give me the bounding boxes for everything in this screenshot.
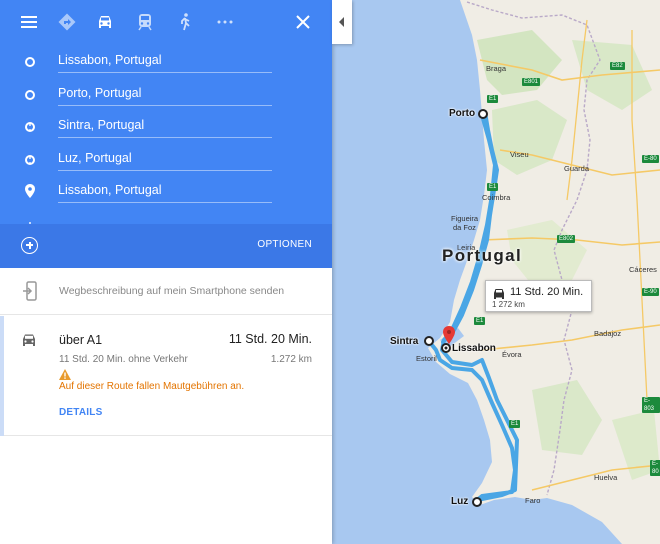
close-icon[interactable] [289,8,317,36]
send-to-phone-row[interactable]: Wegbeschreibung auf mein Smartphone send… [0,268,332,315]
road-shield: E1 [509,420,521,428]
menu-icon[interactable] [15,8,43,36]
car-icon[interactable] [91,8,119,36]
road-shield: E1 [474,317,486,325]
add-destination-icon[interactable] [21,237,38,254]
road-shield: E-80 [642,155,659,163]
send-to-phone-label: Wegbeschreibung auf mein Smartphone send… [59,285,285,297]
details-link[interactable]: DETAILS [59,407,102,418]
callout-distance: 1 272 km [492,300,525,309]
route-via: über A1 [59,333,103,347]
route-callout[interactable]: 11 Std. 20 Min. 1 272 km [485,280,592,312]
road-shield: E1 [487,95,499,103]
country-label: Portugal [442,246,523,265]
travel-mode-bar [0,0,332,44]
waypoint-input-1[interactable]: Lissabon, Portugal [58,49,272,73]
city-label-figueira: Figueira [451,214,479,223]
callout-duration: 11 Std. 20 Min. [510,286,584,298]
toll-warning: Auf dieser Route fallen Mautgebühren an. [59,381,245,392]
road-shield: E82 [610,62,625,70]
waypoint-marker-icon [25,155,35,165]
road-shield: E801 [522,78,541,86]
waypoint-marker-icon [25,122,35,132]
directions-header: Lissabon, Portugal Porto, Portugal Sintr… [0,0,332,268]
city-label-luz: Luz [451,496,469,507]
city-label-porto: Porto [449,108,476,119]
waypoint-2: Porto, Portugal [0,78,332,111]
city-label-braga: Braga [486,64,507,73]
road-shield: E-803 [642,397,660,413]
waypoint-destination: Lissabon, Portugal [0,175,332,208]
directions-panel: Lissabon, Portugal Porto, Portugal Sintr… [0,0,332,544]
options-bar: OPTIONEN [0,224,332,268]
walk-icon[interactable] [171,8,199,36]
city-label-huelva: Huelva [594,473,618,482]
train-icon[interactable] [131,8,159,36]
more-icon[interactable] [211,8,239,36]
send-to-phone-icon [22,281,38,306]
options-button[interactable]: OPTIONEN [257,239,312,250]
road-shield: E-80 [650,460,660,476]
directions-diamond-icon[interactable] [53,8,81,36]
city-label-coimbra: Coimbra [482,193,511,202]
waypoint-start: Lissabon, Portugal [0,45,332,78]
city-label-faro: Faro [525,496,541,505]
map-canvas[interactable]: Porto Sintra Lissabon Luz Braga Viseu Gu… [332,0,660,544]
waypoint-input-3[interactable]: Sintra, Portugal [58,114,272,138]
route-distance: 1.272 km [270,354,312,365]
waypoint-input-4[interactable]: Luz, Portugal [58,147,272,171]
start-marker-icon [25,57,35,67]
city-label-estoril: Estoril [416,354,437,363]
waypoint-input-2[interactable]: Porto, Portugal [58,82,272,106]
route-option[interactable]: über A1 11 Std. 20 Min. 11 Std. 20 Min. … [0,316,332,436]
route-selected-indicator [0,316,4,436]
city-label-evora: Évora [502,350,522,359]
city-label-caceres: Cáceres [629,265,657,274]
route-duration: 11 Std. 20 Min. [228,332,312,346]
destination-pin-icon [25,184,35,203]
waypoint-3: Sintra, Portugal [0,110,332,143]
route-duration-no-traffic: 11 Std. 20 Min. ohne Verkehr [59,354,188,365]
waypoint-4: Luz, Portugal [0,143,332,176]
city-label-viseu: Viseu [510,150,529,159]
chevron-left-icon [339,17,344,27]
city-label-sintra: Sintra [390,336,419,347]
road-shield: E802 [557,235,576,243]
waypoint-input-5[interactable]: Lissabon, Portugal [58,179,272,203]
city-label-da-foz: da Foz [453,223,476,232]
road-shield: E-90 [642,288,659,296]
road-shield: E1 [487,183,499,191]
city-label-lissabon: Lissabon [452,343,496,354]
city-label-guarda: Guarda [564,164,590,173]
collapse-panel-button[interactable] [332,0,352,44]
city-label-badajoz: Badajoz [594,329,622,338]
waypoint-marker-icon [25,90,35,100]
map-svg [332,0,660,544]
car-icon [20,333,38,353]
